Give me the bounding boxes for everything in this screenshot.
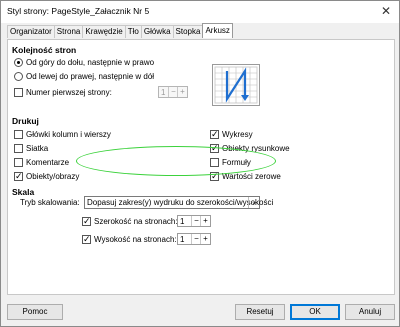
tab-strona[interactable]: Strona	[53, 25, 84, 38]
tab-stopka[interactable]: Stopka	[172, 25, 204, 38]
objects-images-checkbox[interactable]: ✓	[14, 172, 23, 181]
tab-krawedzie[interactable]: Krawędzie	[82, 25, 126, 38]
formulas-label: Formuły	[222, 158, 251, 167]
title-bar: Styl strony: PageStyle_Załacznik Nr 5 ✕	[1, 1, 399, 23]
height-pages-label: Wysokość na stronach:	[94, 235, 177, 244]
grid-checkbox[interactable]	[14, 144, 23, 153]
charts-label: Wykresy	[222, 130, 253, 139]
radio-top-down[interactable]	[14, 58, 23, 67]
reset-button[interactable]: Resetuj	[235, 304, 285, 320]
height-pages-spin[interactable]: 1 − +	[177, 233, 211, 245]
tab-arkusz[interactable]: Arkusz	[202, 23, 233, 38]
page-order-title: Kolejność stron	[12, 45, 77, 55]
tab-bar: Organizator Strona Krawędzie Tło Główka …	[7, 23, 233, 39]
sheet-tab-panel: Kolejność stron Od góry do dołu, następn…	[7, 39, 395, 295]
scale-title: Skala	[12, 187, 35, 197]
comments-label: Komentarze	[26, 158, 70, 167]
width-pages-label: Szerokość na stronach:	[94, 217, 178, 226]
radio-left-right[interactable]	[14, 72, 23, 81]
scale-mode-select[interactable]: Dopasuj zakres(y) wydruku do szerokości/…	[84, 196, 273, 209]
height-pages-checkbox[interactable]: ✓	[82, 235, 91, 244]
plus-icon[interactable]: +	[177, 87, 187, 97]
chevron-down-icon[interactable]: ⌄	[248, 197, 259, 208]
tab-tlo[interactable]: Tło	[124, 25, 142, 38]
scale-mode-label: Tryb skalowania:	[20, 198, 80, 207]
tab-organizator[interactable]: Organizator	[7, 25, 55, 38]
first-page-number-value: 1	[161, 88, 166, 97]
help-button[interactable]: Pomoc	[7, 304, 63, 320]
close-icon[interactable]: ✕	[381, 4, 391, 18]
plus-icon[interactable]: +	[200, 234, 210, 244]
drawing-objects-checkbox[interactable]: ✓	[210, 144, 219, 153]
ok-button[interactable]: OK	[290, 304, 340, 320]
print-title: Drukuj	[12, 116, 39, 126]
page-order-preview	[212, 64, 260, 106]
tab-glowka[interactable]: Główka	[140, 25, 174, 38]
width-pages-checkbox[interactable]: ✓	[82, 217, 91, 226]
first-page-number-label: Numer pierwszej strony:	[26, 88, 112, 97]
page-style-dialog: Styl strony: PageStyle_Załacznik Nr 5 ✕ …	[0, 0, 400, 327]
cancel-button[interactable]: Anuluj	[345, 304, 395, 320]
plus-icon[interactable]: +	[200, 216, 210, 226]
height-pages-value: 1	[180, 235, 185, 244]
radio-top-down-label: Od góry do dołu, następnie w prawo	[26, 58, 155, 67]
col-row-headers-checkbox[interactable]	[14, 130, 23, 139]
drawing-objects-label: Obiekty rysunkowe	[222, 144, 290, 153]
width-pages-spin[interactable]: 1 − +	[177, 215, 211, 227]
zero-values-label: Wartości zerowe	[222, 172, 281, 181]
first-page-number-checkbox[interactable]	[14, 88, 23, 97]
grid-label: Siatka	[26, 144, 49, 153]
charts-checkbox[interactable]: ✓	[210, 130, 219, 139]
width-pages-value: 1	[180, 217, 185, 226]
zero-values-checkbox[interactable]: ✓	[210, 172, 219, 181]
formulas-checkbox[interactable]	[210, 158, 219, 167]
window-title: Styl strony: PageStyle_Załacznik Nr 5	[7, 6, 150, 16]
dialog-button-bar: Pomoc Resetuj OK Anuluj	[1, 299, 399, 327]
comments-checkbox[interactable]	[14, 158, 23, 167]
scale-mode-value: Dopasuj zakres(y) wydruku do szerokości/…	[87, 198, 274, 207]
radio-left-right-label: Od lewej do prawej, następnie w dół	[26, 72, 155, 81]
objects-images-label: Obiekty/obrazy	[26, 172, 80, 181]
first-page-number-spin[interactable]: 1 − +	[158, 86, 188, 98]
page-order-preview-icon	[214, 66, 258, 104]
col-row-headers-label: Główki kolumn i wierszy	[26, 130, 111, 139]
